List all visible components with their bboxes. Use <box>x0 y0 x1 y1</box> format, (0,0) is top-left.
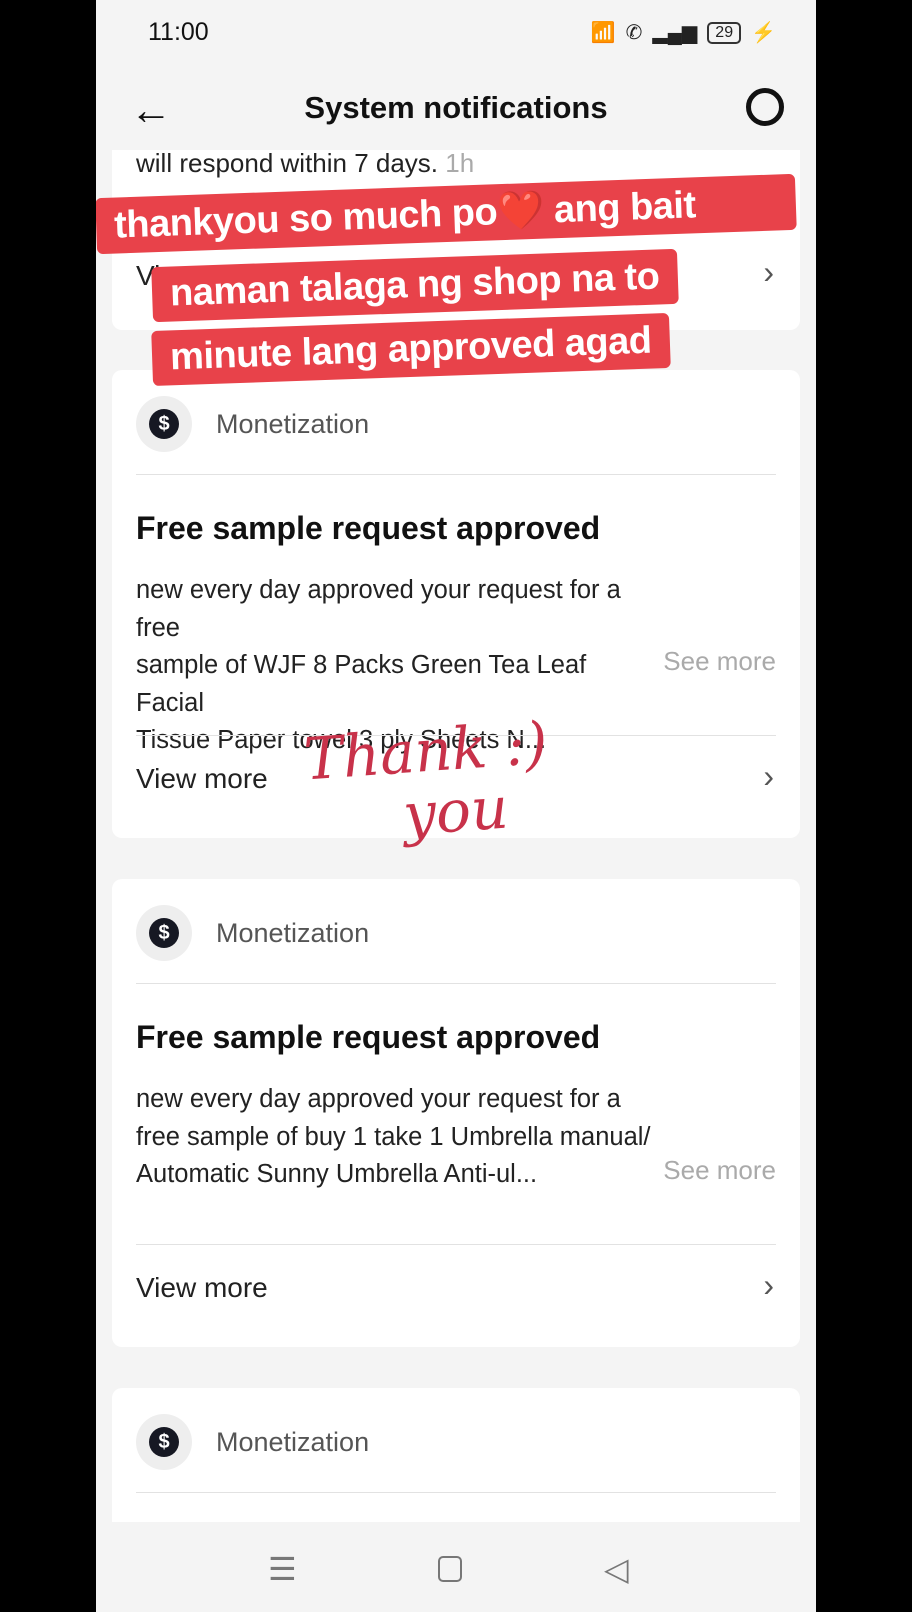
call-icon: ✆ <box>625 22 643 44</box>
notification-body: will respond within 7 days. 1h <box>136 150 475 178</box>
dollar-icon: $ <box>136 396 192 452</box>
header: ← System notifications <box>96 70 816 150</box>
category-label: Monetization <box>216 917 370 948</box>
signal-icon: ▂▄▆ <box>652 22 698 44</box>
divider <box>136 1244 776 1245</box>
divider <box>136 1492 776 1493</box>
phone-screen: 11:00 📶 ✆ ▂▄▆ 29 ⚡ ← System notification… <box>96 0 816 1612</box>
navigation-bar: ☰ ◁ <box>96 1522 816 1612</box>
chevron-right-icon[interactable]: › <box>763 254 774 291</box>
category-label: Monetization <box>216 408 370 439</box>
wifi-icon: 📶 <box>590 22 616 44</box>
dollar-icon: $ <box>136 905 192 961</box>
divider <box>136 983 776 984</box>
notification-title: Free sample request approved <box>136 510 601 546</box>
home-icon[interactable] <box>438 1556 462 1582</box>
notification-card: $ Monetization <box>112 1388 800 1524</box>
body-line: sample of WJF 8 Packs Green Tea Leaf Fac… <box>136 651 587 717</box>
view-more-link[interactable]: View more <box>136 763 268 795</box>
body-line: free sample of buy 1 take 1 Umbrella man… <box>136 1122 651 1151</box>
notification-title: Free sample request approved <box>136 1019 601 1055</box>
notification-body: new every day approved your request for … <box>136 1081 656 1194</box>
divider <box>136 474 776 475</box>
battery-icon: 29 <box>707 21 742 44</box>
menu-icon[interactable]: ☰ <box>268 1550 297 1588</box>
status-time: 11:00 <box>148 18 209 46</box>
see-more-link[interactable]: See more <box>663 646 776 677</box>
body-line: Automatic Sunny Umbrella Anti-ul... <box>136 1160 538 1188</box>
see-more-link[interactable]: See more <box>663 1155 776 1186</box>
handwritten-sticker: Thank :) you <box>302 709 554 853</box>
page-title: System notifications <box>304 90 608 125</box>
category-label: Monetization <box>216 1426 370 1457</box>
body-line: new every day approved your request for … <box>136 1085 621 1113</box>
back-triangle-icon[interactable]: ◁ <box>604 1550 629 1588</box>
gear-icon[interactable] <box>746 88 784 126</box>
timestamp: 1h <box>445 150 475 178</box>
charging-icon: ⚡ <box>751 22 776 44</box>
view-more-link[interactable]: View more <box>136 1272 268 1304</box>
status-icons: 📶 ✆ ▂▄▆ 29 ⚡ <box>591 20 776 45</box>
dollar-icon: $ <box>136 1414 192 1470</box>
chevron-right-icon[interactable]: › <box>763 1267 774 1304</box>
notification-card: $ Monetization Free sample request approv… <box>112 879 800 1347</box>
chevron-right-icon[interactable]: › <box>763 758 774 795</box>
body-line: new every day approved your request for … <box>136 576 621 642</box>
